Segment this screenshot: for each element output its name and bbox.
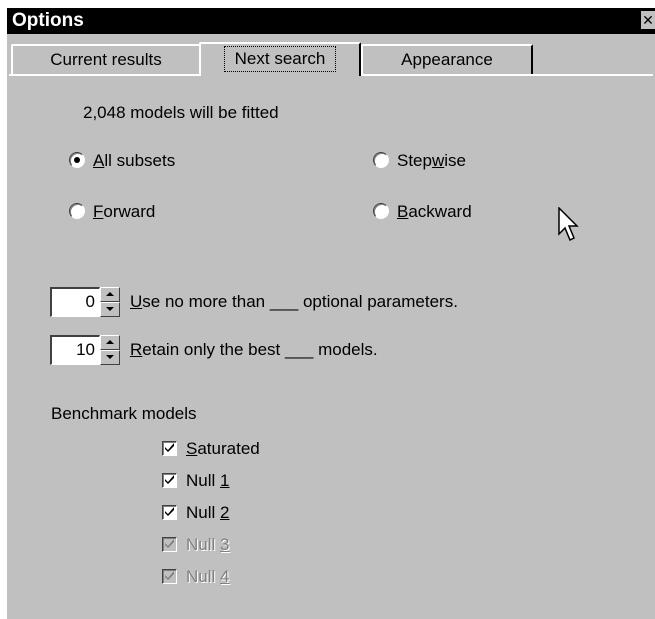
radio-button-checked[interactable] (69, 152, 85, 169)
radio-label-post: ll subsets (104, 151, 176, 170)
checkmark-icon (165, 442, 174, 452)
models-count-text: 2,048 models will be fitted (83, 103, 279, 122)
radio-forward[interactable]: Forward (69, 201, 155, 223)
optional-params-stepper[interactable]: 0 (50, 287, 120, 319)
options-dialog: Options ✕ Current results Next search Ap… (5, 8, 655, 619)
checkbox-label-key: 4 (220, 567, 230, 586)
checkbox-checked-disabled (162, 568, 177, 584)
tab-label: Appearance (401, 50, 493, 69)
checkbox-checked[interactable] (162, 440, 177, 456)
radio-all-subsets[interactable]: All subsets (69, 150, 175, 172)
checkbox-label-pre: Null (186, 503, 221, 522)
checkbox-checked-disabled (162, 536, 177, 552)
spin-up-icon[interactable] (100, 287, 120, 302)
tab-label: Next search (223, 46, 337, 72)
checkbox-label-key: 1 (220, 471, 230, 490)
radio-label-key: A (93, 151, 105, 170)
checkbox-checked[interactable] (162, 504, 177, 520)
radio-label-key: B (397, 202, 409, 221)
label-rest: se no more than ___ optional parameters. (142, 292, 458, 311)
checkmark-icon (165, 474, 174, 484)
checkmark-icon (165, 506, 174, 516)
checkmark-icon (165, 570, 174, 580)
checkbox-label-key: S (186, 439, 198, 458)
checkmark-icon (165, 538, 174, 548)
next-search-panel: 2,048 models will be fitted All subsets … (9, 74, 653, 619)
checkbox-null-1[interactable]: Null 1 (162, 470, 229, 492)
radio-button[interactable] (373, 152, 389, 169)
mouse-pointer-icon (558, 207, 579, 242)
label-rest: etain only the best ___ models. (142, 340, 378, 359)
spin-down-icon[interactable] (100, 350, 120, 365)
window-title: Options (12, 10, 84, 31)
radio-label-post: orward (103, 202, 156, 221)
benchmark-heading: Benchmark models (51, 404, 197, 423)
label-key: U (130, 292, 143, 311)
retain-best-stepper[interactable]: 10 (50, 335, 120, 367)
retain-best-input[interactable]: 10 (50, 335, 100, 365)
spin-up-icon[interactable] (100, 335, 120, 350)
optional-params-input[interactable]: 0 (50, 287, 100, 317)
spin-down-icon[interactable] (100, 302, 120, 317)
retain-best-label: Retain only the best ___ models. (130, 340, 378, 360)
radio-label-key: w (431, 151, 445, 170)
checkbox-label-key: 3 (220, 535, 230, 554)
tab-next-search[interactable]: Next search (199, 42, 361, 76)
spinner-buttons (100, 287, 120, 317)
title-bar[interactable]: Options ✕ (7, 8, 655, 34)
checkbox-null-3: Null 3 (162, 534, 229, 556)
radio-label-post: ise (444, 151, 466, 170)
radio-button[interactable] (373, 203, 389, 220)
checkbox-label-post: aturated (197, 439, 260, 458)
tab-appearance[interactable]: Appearance (361, 44, 533, 74)
checkbox-label-pre: Null (186, 535, 221, 554)
radio-label-post: ackward (408, 202, 472, 221)
label-key: R (130, 340, 143, 359)
checkbox-label-pre: Null (186, 567, 221, 586)
radio-backward[interactable]: Backward (373, 201, 472, 223)
tab-strip: Current results Next search Appearance (7, 34, 655, 76)
radio-label-pre: Step (397, 151, 432, 170)
checkbox-null-2[interactable]: Null 2 (162, 502, 229, 524)
checkbox-checked[interactable] (162, 472, 177, 488)
radio-stepwise[interactable]: Stepwise (373, 150, 466, 172)
tab-label: Current results (50, 50, 162, 69)
checkbox-null-4: Null 4 (162, 566, 229, 588)
spinner-buttons (100, 335, 120, 365)
radio-label-key: F (93, 202, 104, 221)
checkbox-saturated[interactable]: Saturated (162, 438, 260, 460)
optional-params-label: Use no more than ___ optional parameters… (130, 292, 458, 312)
tab-current-results[interactable]: Current results (11, 44, 201, 74)
checkbox-label-key: 2 (220, 503, 230, 522)
radio-button[interactable] (69, 203, 85, 220)
checkbox-label-pre: Null (186, 471, 221, 490)
close-icon[interactable]: ✕ (641, 11, 655, 29)
